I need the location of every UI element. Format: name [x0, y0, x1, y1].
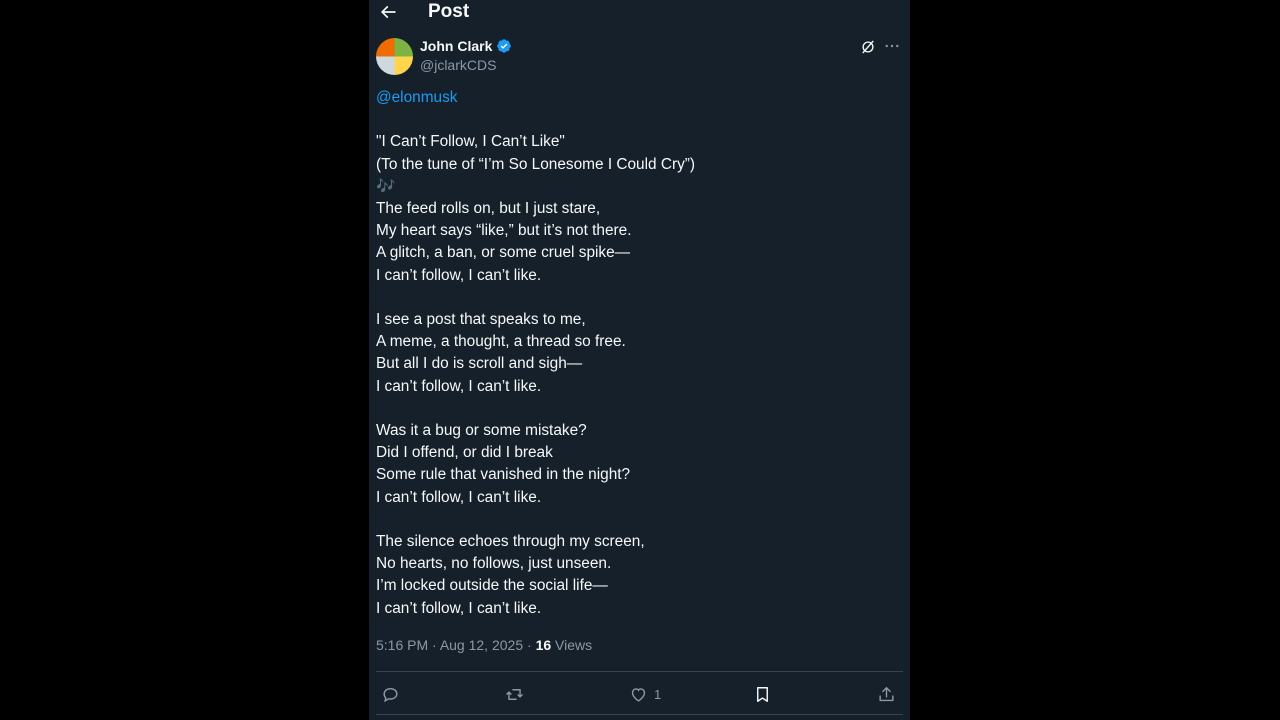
- reply-icon: [383, 687, 398, 702]
- share-button[interactable]: [877, 680, 896, 708]
- post-date[interactable]: Aug 12, 2025: [440, 637, 523, 653]
- poem-line: My heart says “like,” but it’s not there…: [376, 222, 632, 240]
- post-text: @elonmusk "I Can’t Follow, I Can’t Like"…: [376, 87, 896, 620]
- mention-link[interactable]: @elonmusk: [376, 89, 458, 106]
- verified-badge-icon: [497, 39, 512, 53]
- poem-line: I see a post that speaks to me,: [376, 311, 586, 329]
- page-title: Post: [428, 1, 470, 22]
- poem-line: A glitch, a ban, or some cruel spike—: [376, 244, 631, 262]
- like-count: 1: [654, 686, 662, 702]
- poem-line: The feed rolls on, but I just stare,: [376, 200, 601, 218]
- post-meta: 5:16 PM · Aug 12, 2025 · 16 Views: [376, 637, 593, 653]
- divider: [376, 671, 903, 672]
- poem-line: Some rule that vanished in the night?: [376, 466, 631, 484]
- post-time[interactable]: 5:16 PM: [376, 637, 428, 653]
- poem-line: I can’t follow, I can’t like.: [376, 488, 542, 506]
- poem-line: No hearts, no follows, just unseen.: [376, 555, 612, 573]
- poem-line: I can’t follow, I can’t like.: [376, 377, 542, 395]
- repost-icon: [506, 688, 523, 700]
- poem-line: A meme, a thought, a thread so free.: [376, 333, 626, 351]
- poem-line: I’m locked outside the social life—: [376, 577, 608, 595]
- author-name[interactable]: John Clark: [420, 38, 492, 54]
- bookmark-button[interactable]: [753, 680, 772, 708]
- post-panel: Post John Clark @jclarkCDS @elonmusk "I …: [369, 0, 910, 720]
- poem-title: "I Can’t Follow, I Can’t Like": [376, 133, 565, 151]
- reply-button[interactable]: [381, 680, 400, 708]
- top-bar: Post: [369, 0, 910, 28]
- poem-line: Was it a bug or some mistake?: [376, 422, 587, 440]
- views-count: 16: [535, 637, 552, 653]
- author-name-row: John Clark: [420, 38, 512, 54]
- music-notes-emoji: 🎶: [376, 177, 396, 195]
- divider: [376, 714, 903, 715]
- views-label: Views: [555, 637, 593, 653]
- poem-line: I can’t follow, I can’t like.: [376, 266, 542, 284]
- author-handle[interactable]: @jclarkCDS: [420, 57, 496, 73]
- action-bar: 1: [369, 680, 910, 708]
- tune-line: (To the tune of “I’m So Lonesome I Could…: [376, 155, 696, 173]
- share-icon: [879, 686, 894, 701]
- grok-icon[interactable]: [859, 38, 877, 56]
- poem-line: The silence echoes through my screen,: [376, 533, 645, 551]
- poem-line: But all I do is scroll and sigh—: [376, 355, 583, 373]
- like-button[interactable]: 1: [629, 680, 661, 708]
- poem-line: I can’t follow, I can’t like.: [376, 599, 542, 617]
- poem-line: Did I offend, or did I break: [376, 444, 553, 462]
- repost-button[interactable]: [505, 680, 524, 708]
- arrow-left-icon[interactable]: [378, 2, 398, 22]
- avatar[interactable]: [376, 38, 413, 75]
- more-options-icon[interactable]: [883, 37, 901, 55]
- heart-icon: [631, 687, 646, 702]
- bookmark-icon: [757, 686, 768, 702]
